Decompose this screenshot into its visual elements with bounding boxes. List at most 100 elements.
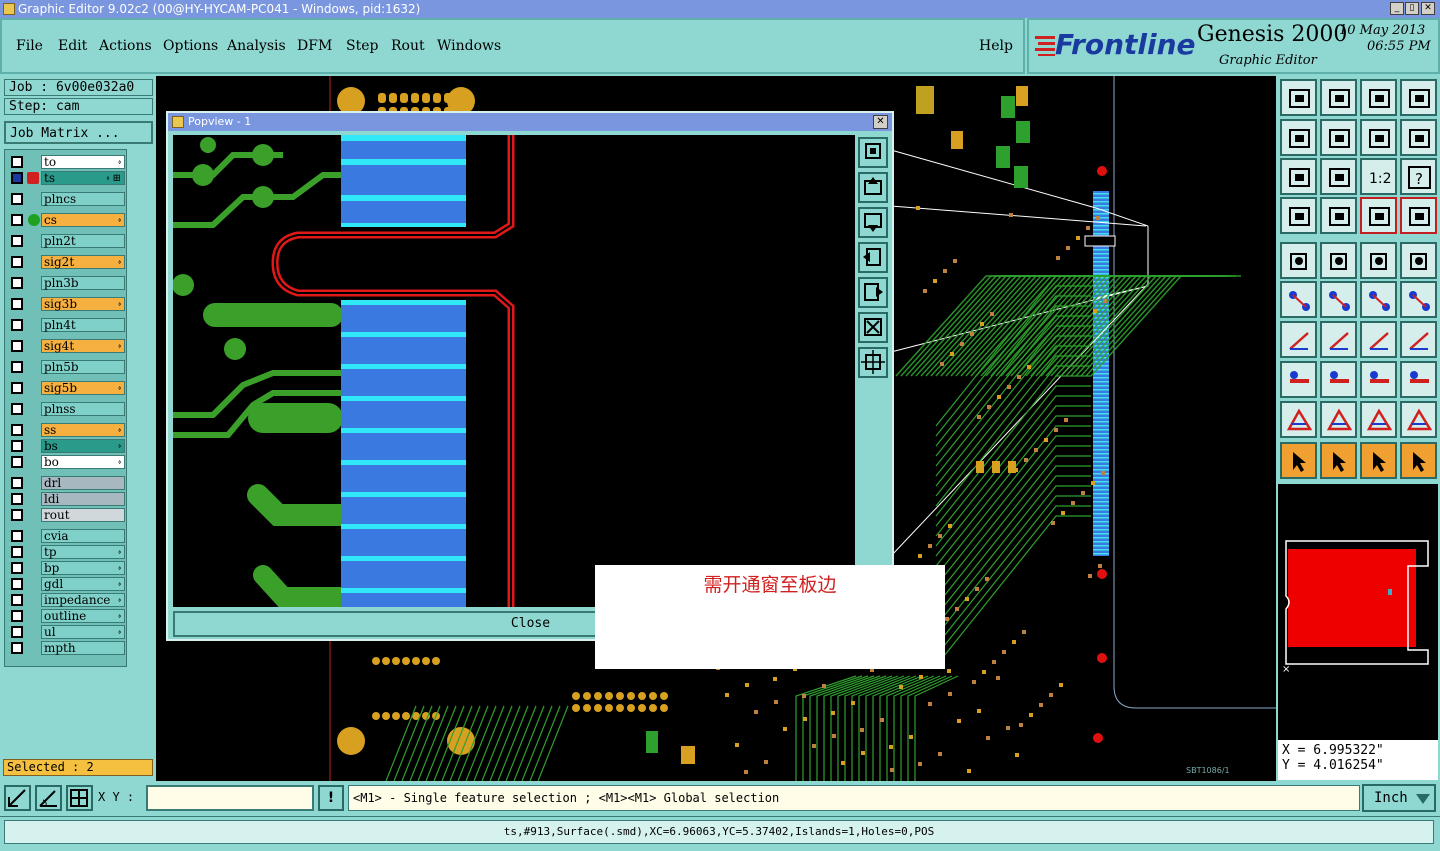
layer-row-gdl[interactable]: gdl ⬫ xyxy=(7,577,126,591)
layer-checkbox[interactable] xyxy=(11,361,23,373)
layer-checkbox[interactable] xyxy=(11,562,23,574)
menu-analysis[interactable]: Analysis xyxy=(227,38,286,54)
diag-tool-icon[interactable] xyxy=(4,785,31,811)
layer-row-sig4t[interactable]: sig4t ⬫ xyxy=(7,339,126,353)
layer-row-sig2t[interactable]: sig2t ⬫ xyxy=(7,255,126,269)
layer-name[interactable]: pln4t xyxy=(41,318,125,332)
layer-name[interactable]: pln3b xyxy=(41,276,125,290)
layer-name[interactable]: plncs xyxy=(41,192,125,206)
fit-icon[interactable] xyxy=(1280,158,1317,195)
pointer-box-icon[interactable] xyxy=(1320,442,1357,479)
pv-pan-up-icon[interactable] xyxy=(858,172,888,203)
menu-dfm[interactable]: DFM xyxy=(297,38,332,54)
layer-name[interactable]: ss ⬫ xyxy=(41,423,125,437)
layer-checkbox[interactable] xyxy=(11,626,23,638)
ratio-icon[interactable]: 1:2 xyxy=(1360,158,1397,195)
layer-checkbox[interactable] xyxy=(11,530,23,542)
pv-fit-icon[interactable] xyxy=(858,312,888,343)
menu-actions[interactable]: Actions xyxy=(99,38,152,54)
arc-icon[interactable] xyxy=(1360,321,1397,358)
ruler-icon[interactable] xyxy=(1360,242,1397,279)
pv-center-icon[interactable] xyxy=(858,347,888,378)
pointer-sel-icon[interactable] xyxy=(1360,442,1397,479)
connect-icon[interactable] xyxy=(1280,281,1317,318)
layer-row-cs[interactable]: cs ⬫ xyxy=(7,213,126,227)
layer-name[interactable]: outline ⬫ xyxy=(41,609,125,623)
layer-row-ts[interactable]: ts ⬫ ⊞ xyxy=(7,171,126,185)
layer-row-plnss[interactable]: plnss xyxy=(7,402,126,416)
open-step-icon[interactable] xyxy=(1280,79,1317,116)
layer-checkbox[interactable] xyxy=(11,424,23,436)
pan-left-icon[interactable] xyxy=(1280,119,1317,156)
layer-row-ldi[interactable]: ldi xyxy=(7,492,126,506)
layer-name[interactable]: drl xyxy=(41,476,125,490)
layer-name[interactable]: impedance ⬫ xyxy=(41,593,125,607)
snap-icon[interactable] xyxy=(1280,361,1317,398)
net-icon[interactable] xyxy=(1400,442,1437,479)
vector2-icon[interactable] xyxy=(1400,281,1437,318)
layer-row-outline[interactable]: outline ⬫ xyxy=(7,609,126,623)
close-window-button[interactable]: ✕ xyxy=(1421,2,1435,15)
layer-name[interactable]: ldi xyxy=(41,492,125,506)
layer-compare-icon[interactable] xyxy=(1360,197,1397,234)
menu-options[interactable]: Options xyxy=(163,38,218,54)
layer-name[interactable]: mpth xyxy=(41,641,125,655)
line-icon[interactable] xyxy=(1320,321,1357,358)
layer-row-pln5b[interactable]: pln5b xyxy=(7,360,126,374)
split-view-icon[interactable] xyxy=(1400,79,1437,116)
layer-name[interactable]: tp ⬫ xyxy=(41,545,125,559)
layer-checkbox[interactable] xyxy=(11,403,23,415)
layer-row-mpth[interactable]: mpth xyxy=(7,641,126,655)
layer-checkbox[interactable] xyxy=(11,642,23,654)
bang-button[interactable]: ! xyxy=(318,785,344,811)
home-icon[interactable] xyxy=(1360,79,1397,116)
grid-tool-icon[interactable] xyxy=(66,785,93,811)
save-icon[interactable] xyxy=(1320,79,1357,116)
layer-checkbox[interactable] xyxy=(11,578,23,590)
fix-icon[interactable] xyxy=(1400,321,1437,358)
minimize-button[interactable]: _ xyxy=(1390,2,1404,15)
popview-canvas[interactable] xyxy=(173,135,855,607)
pv-pan-right-icon[interactable] xyxy=(858,277,888,308)
swap-icon[interactable] xyxy=(1360,119,1397,156)
pv-pan-left-icon[interactable] xyxy=(858,242,888,273)
layer-checkbox[interactable] xyxy=(11,509,23,521)
dim-icon[interactable] xyxy=(1360,361,1397,398)
layer-checkbox[interactable] xyxy=(11,277,23,289)
layer-name[interactable]: sig2t ⬫ xyxy=(41,255,125,269)
layer-checkbox[interactable] xyxy=(11,477,23,489)
triangle-icon[interactable] xyxy=(1280,401,1317,438)
layer-row-drl[interactable]: drl xyxy=(7,476,126,490)
help-icon[interactable]: ? xyxy=(1400,158,1437,195)
measure-icon[interactable] xyxy=(1280,197,1317,234)
layer-name[interactable]: pln2t xyxy=(41,234,125,248)
layer-row-bs[interactable]: bs ⬫ xyxy=(7,439,126,453)
layer-row-pln4t[interactable]: pln4t xyxy=(7,318,126,332)
layer-checkbox[interactable] xyxy=(11,456,23,468)
layer-checkbox[interactable] xyxy=(11,340,23,352)
layer-row-to[interactable]: to ⬫ xyxy=(7,155,126,169)
layer-row-rout[interactable]: rout xyxy=(7,508,126,522)
path-icon[interactable] xyxy=(1320,401,1357,438)
layer-name[interactable]: bo ⬫ xyxy=(41,455,125,469)
popview-close-icon[interactable]: ✕ xyxy=(873,115,888,129)
segment-icon[interactable] xyxy=(1320,361,1357,398)
layer-checkbox[interactable] xyxy=(11,546,23,558)
layer-name[interactable]: ul ⬫ xyxy=(41,625,125,639)
layer-name[interactable]: sig5b ⬫ xyxy=(41,381,125,395)
job-matrix-button[interactable]: Job Matrix ... xyxy=(4,121,153,144)
layer-name[interactable]: cs ⬫ xyxy=(41,213,125,227)
layer-checkbox[interactable] xyxy=(11,594,23,606)
layer-checkbox[interactable] xyxy=(11,156,23,168)
layer-row-sig5b[interactable]: sig5b ⬫ xyxy=(7,381,126,395)
layer-checkbox[interactable] xyxy=(11,298,23,310)
mini-map[interactable]: × xyxy=(1278,484,1438,744)
angle-icon[interactable] xyxy=(1280,321,1317,358)
cross-icon[interactable] xyxy=(1320,281,1357,318)
center-icon[interactable] xyxy=(1320,158,1357,195)
layer-row-plncs[interactable]: plncs xyxy=(7,192,126,206)
layer-checkbox[interactable] xyxy=(11,493,23,505)
pv-pan-down-icon[interactable] xyxy=(858,207,888,238)
layer-name[interactable]: sig3b ⬫ xyxy=(41,297,125,311)
arch-icon[interactable] xyxy=(1360,401,1397,438)
